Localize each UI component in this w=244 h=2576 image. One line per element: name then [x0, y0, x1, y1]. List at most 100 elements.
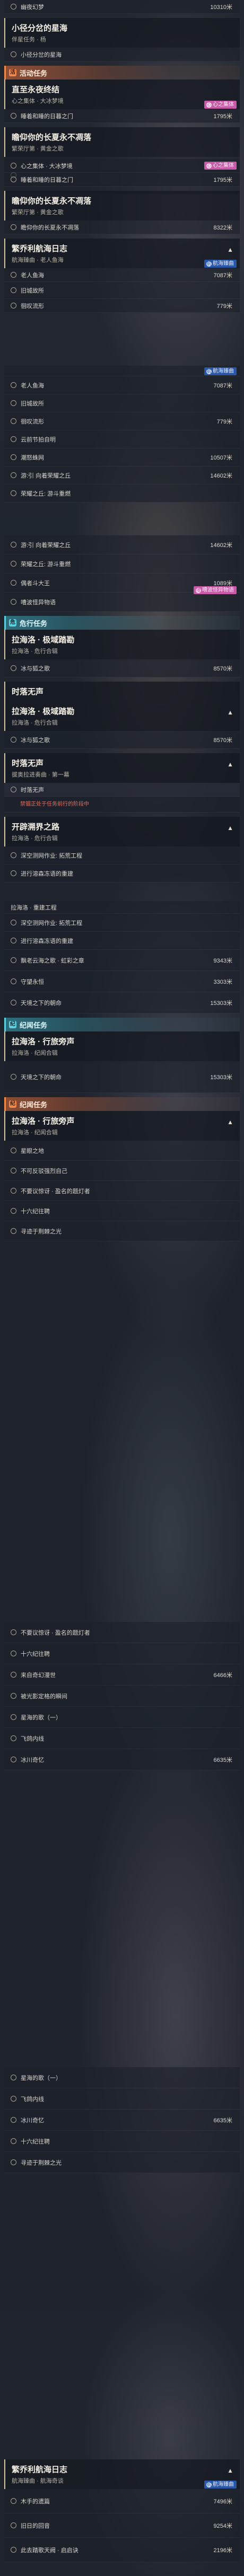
quest-header[interactable]: 时落无声 拔奥拉进奏曲 · 第一幕 ▲ [4, 753, 240, 783]
quest-step[interactable]: 寻迹于荆棘之光 [4, 1221, 240, 1241]
quest-step[interactable]: 潮怒蛛网 10507米 [4, 448, 240, 466]
quest-step[interactable]: 睡着和睡的日暮之门 1795米 [4, 109, 240, 123]
quest-step[interactable]: 航航海臻曲 [4, 366, 240, 376]
quest-step[interactable]: 来自奇幻漫世 6466米 [4, 1664, 240, 1686]
quest-header[interactable]: 直至永夜终结 心之集体 · 大冰梦境 心心之集体 [4, 80, 240, 109]
quest-step[interactable]: 深空测网作业: 拓荒工程 [4, 914, 240, 932]
quest-step[interactable]: 幽夜幻梦 10310米 [4, 0, 240, 14]
quest-block-8: 繁乔利航海日志 航海臻曲 · 航海奇谈 ▲ 航航海臻曲 木手的遗篇 7496米 旧… [4, 2459, 240, 2562]
quest-tag: 航航海臻曲 [204, 367, 237, 375]
quest-title: 拉海洛 · 行旅旁声 [12, 1037, 75, 1046]
quest-step[interactable]: 不要议惊讶 · 盈名的题灯者 [4, 1622, 240, 1643]
quest-step[interactable]: 不可反驳强烈自己 [4, 1161, 240, 1181]
quest-step[interactable]: 老人鱼海 7087米 [4, 268, 240, 282]
step-circle-icon [11, 2075, 16, 2080]
step-circle-icon [11, 224, 16, 230]
quest-step[interactable]: 进行溶森冻语的重建 [4, 932, 240, 950]
quest-step[interactable]: 旧日的回音 9254米 [4, 2513, 240, 2538]
tag-icon: 航 [206, 368, 212, 374]
quest-header[interactable]: 时落无声 [4, 682, 240, 701]
category-icon: 危 [9, 619, 16, 627]
quest-step[interactable]: 十六纪往聘 [4, 1643, 240, 1664]
quest-step[interactable]: 拉海洛 · 重建工程 [4, 901, 240, 914]
quest-step[interactable]: 冰与狐之歌 8570米 [4, 659, 240, 677]
quest-step[interactable]: 旧城故所 [4, 394, 240, 412]
quest-step[interactable]: 进行溶森冻语的重建 [4, 864, 240, 883]
step-label: 心之集体 · 大冰梦境 [21, 163, 73, 170]
quest-tag: 航航海臻曲 [204, 2481, 237, 2489]
collapse-chevron-icon[interactable]: ▲ [227, 2467, 233, 2474]
quest-step[interactable]: 寻迹于荆棘之光 [4, 2152, 240, 2173]
quest-step[interactable]: 木手的遗篇 7496米 [4, 2489, 240, 2513]
collapse-chevron-icon[interactable]: ▲ [227, 824, 233, 832]
quest-step[interactable]: 天境之下的朝命 15303米 [4, 992, 240, 1013]
quest-step[interactable]: 旧城故所 [4, 282, 240, 299]
quest-title: 繁乔利航海日志 [12, 244, 68, 253]
step-label: 老人鱼海 [21, 382, 44, 389]
collapse-chevron-icon[interactable]: ▲ [227, 246, 233, 253]
quest-step[interactable]: 飞鸽内线 [4, 1728, 240, 1749]
category-banner: 纪纪闻任务 [4, 1018, 240, 1031]
quest-step[interactable]: 徊叹流形 779米 [4, 412, 240, 430]
quest-step[interactable]: 冰川奇忆 6635米 [4, 1749, 240, 1770]
collapse-chevron-icon[interactable]: ▲ [227, 1118, 233, 1126]
quest-step[interactable]: 徊叹流形 779米 [4, 299, 240, 313]
collapse-chevron-icon[interactable]: ▲ [227, 709, 233, 716]
quest-title: 直至永夜终结 [12, 85, 60, 94]
quest-step[interactable]: 荣耀之丘: 游斗重燃 [4, 484, 240, 502]
quest-header[interactable]: 拉海洛 · 行旅旁声 拉海洛 · 纪闻合辑 ▲ [4, 1111, 240, 1141]
collapse-chevron-icon[interactable]: ▲ [227, 761, 233, 768]
quest-step[interactable]: 老人鱼海 7087米 [4, 376, 240, 394]
quest-step[interactable]: 嘈波怪异物语嘈嘈波怪异物语 [4, 586, 240, 612]
tag-label: 航海臻曲 [213, 2482, 234, 2487]
category-icon: 纪 [9, 1021, 16, 1028]
quest-step[interactable]: 十六纪往聘 [4, 2131, 240, 2152]
quest-step[interactable]: 飘老云海之歌 · 虹彩之章 9343米 [4, 950, 240, 971]
quest-step[interactable]: 游:引 向着荣耀之丘 14602米 [4, 466, 240, 484]
quest-step[interactable]: 十六纪往聘 [4, 1201, 240, 1221]
step-circle-icon [11, 113, 16, 119]
tag-label: 心之集体 [213, 163, 234, 169]
step-label: 被光影定格的瞬间 [21, 1693, 67, 1700]
quest-step[interactable]: 此去踏歌天阙 · 启启诀 2196米 [4, 2538, 240, 2562]
quest-step[interactable]: 心之集体 · 大冰梦境 心心之集体 [4, 159, 240, 173]
quest-step[interactable]: 瞻仰你的长夏永不凋落 8322米 [4, 220, 240, 234]
quest-step[interactable]: 游:引 向着荣耀之丘 14602米 [4, 535, 240, 554]
step-distance: 1795米 [213, 177, 232, 183]
quest-step[interactable]: 不要议惊讶 · 盈名的题灯者 [4, 1181, 240, 1201]
quest-step[interactable]: 星眼之地 [4, 1141, 240, 1161]
quest-step[interactable]: 时落无声 [4, 783, 240, 797]
quest-step[interactable]: 深空测网作业: 拓荒工程 [4, 846, 240, 864]
step-circle-icon [11, 787, 16, 792]
quest-step[interactable]: 星海的歌（一） [4, 1707, 240, 1728]
quest-step[interactable]: 冰川奇忆 6635米 [4, 2110, 240, 2131]
step-label: 拉海洛 · 重建工程 [11, 904, 57, 911]
quest-header[interactable]: 小径分岔的星海 伴星任务 · 杨 [4, 18, 240, 48]
step-circle-icon [11, 1148, 16, 1153]
quest-step[interactable]: 睡着和睡的日暮之门 1795米 [4, 173, 240, 187]
quest-header[interactable]: 瞻仰你的长夏永不凋落 繁荣厅第 · 黄金之歌 [4, 191, 240, 220]
quest-step[interactable]: 守望永恒 3303米 [4, 971, 240, 992]
quest-step[interactable]: 天境之下的朝命 15303米 [4, 1061, 240, 1093]
quest-step[interactable]: 荣耀之丘: 游斗重燃 [4, 554, 240, 574]
quest-step[interactable]: 星海的歌（一） [4, 2067, 240, 2088]
quest-step[interactable]: 小径分岔的星海 [4, 48, 240, 61]
quest-step[interactable]: 冰与狐之歌 8570米 [4, 731, 240, 749]
step-label: 不要议惊讶 · 盈名的题灯者 [21, 1629, 90, 1636]
step-circle-icon [11, 163, 16, 169]
tag-icon: 心 [206, 102, 212, 108]
quest-step[interactable]: 云前节拍自明 [4, 430, 240, 448]
quest-subtitle: 航海臻曲 · 老人鱼海 [12, 257, 64, 263]
step-label: 冰与狐之歌 [21, 665, 50, 672]
step-label: 深空测网作业: 拓荒工程 [21, 920, 83, 927]
step-distance: 14602米 [210, 472, 232, 479]
quest-header[interactable]: 繁乔利航海日志 航海臻曲 · 老人鱼海 ▲ 航航海臻曲 [4, 239, 240, 268]
quest-header[interactable]: 拉海洛 · 行旅旁声 拉海洛 · 纪闻合辑 [4, 1031, 240, 1061]
quest-step[interactable]: 被光影定格的瞬间 [4, 1686, 240, 1707]
quest-header[interactable]: 繁乔利航海日志 航海臻曲 · 航海奇谈 ▲ 航航海臻曲 [4, 2459, 240, 2489]
quest-step[interactable]: 飞鸽内线 [4, 2088, 240, 2110]
quest-header[interactable]: 瞻仰你的长夏永不凋落 繁荣厅第 · 黄金之歌 [4, 127, 240, 157]
quest-header[interactable]: 拉海洛 · 极域踏勘 拉海洛 · 危行合辑 [4, 630, 240, 659]
quest-header[interactable]: 开辟溯界之路 拉海洛 · 危行合辑 ▲ [4, 817, 240, 846]
quest-header[interactable]: 拉海洛 · 极域踏勘 拉海洛 · 危行合辑 ▲ [4, 701, 240, 731]
